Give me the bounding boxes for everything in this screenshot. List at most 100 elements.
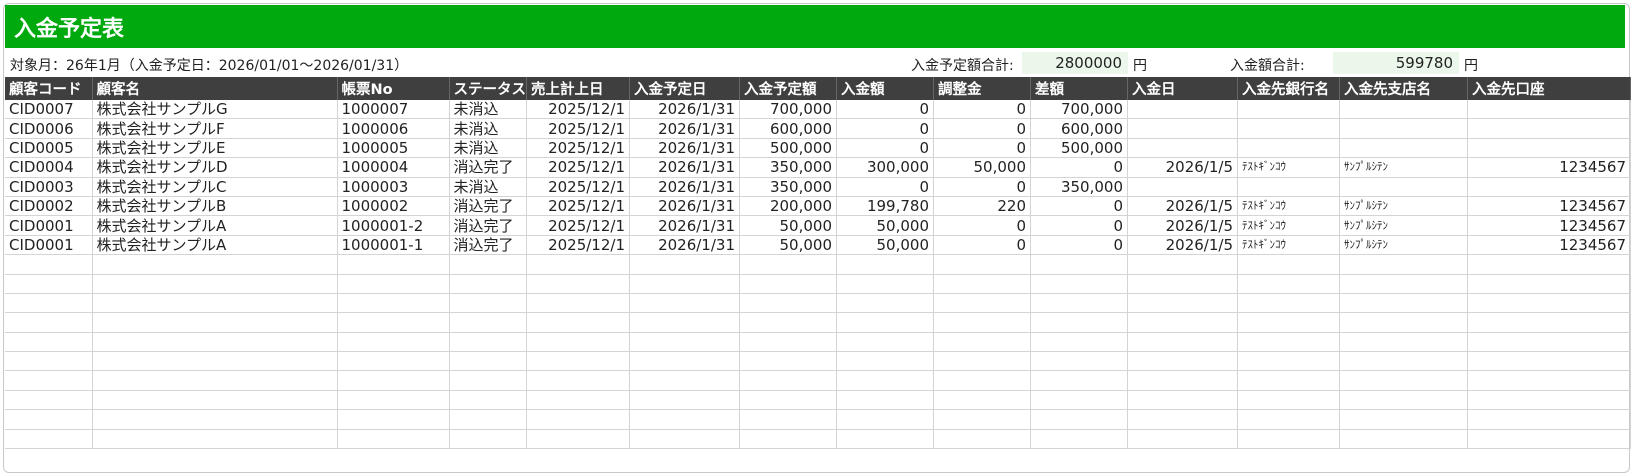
empty-cell[interactable]: [1339, 351, 1468, 372]
empty-cell[interactable]: [1237, 390, 1340, 411]
empty-cell[interactable]: [933, 429, 1031, 450]
empty-cell[interactable]: [629, 274, 740, 294]
table-cell[interactable]: 350,000: [1030, 177, 1128, 197]
empty-cell[interactable]: [92, 390, 338, 411]
table-cell[interactable]: 2026/1/31: [629, 138, 740, 159]
empty-cell[interactable]: [92, 429, 338, 450]
empty-cell[interactable]: [629, 293, 740, 314]
empty-cell[interactable]: [1030, 429, 1128, 450]
table-cell[interactable]: [1467, 138, 1631, 159]
table-cell[interactable]: 2026/1/31: [629, 177, 740, 197]
empty-cell[interactable]: [739, 370, 837, 391]
table-cell[interactable]: 2026/1/31: [629, 215, 740, 236]
table-cell[interactable]: 1000002: [337, 196, 450, 217]
empty-cell[interactable]: [5, 370, 93, 391]
empty-cell[interactable]: [1467, 390, 1631, 411]
table-cell[interactable]: 株式会社サンプルG: [92, 100, 338, 120]
table-cell[interactable]: 0: [933, 215, 1031, 236]
table-cell[interactable]: 未消込: [449, 177, 527, 197]
table-cell[interactable]: 0: [933, 235, 1031, 256]
empty-cell[interactable]: [1030, 390, 1128, 411]
empty-cell[interactable]: [337, 254, 450, 275]
empty-cell[interactable]: [836, 370, 934, 391]
table-cell[interactable]: [1237, 118, 1340, 139]
empty-cell[interactable]: [1030, 351, 1128, 372]
empty-cell[interactable]: [836, 293, 934, 314]
table-cell[interactable]: 0: [933, 138, 1031, 159]
empty-cell[interactable]: [1339, 312, 1468, 333]
empty-cell[interactable]: [526, 351, 630, 372]
empty-cell[interactable]: [1127, 429, 1238, 450]
empty-cell[interactable]: [337, 390, 450, 411]
empty-cell[interactable]: [1467, 254, 1631, 275]
table-cell[interactable]: ﾃｽﾄｷﾞﾝｺｳ: [1237, 235, 1340, 256]
empty-cell[interactable]: [1030, 254, 1128, 275]
table-cell[interactable]: [1467, 177, 1631, 197]
table-cell[interactable]: CID0003: [5, 177, 93, 197]
table-cell[interactable]: 50,000: [933, 157, 1031, 178]
table-cell[interactable]: 2025/12/1: [526, 196, 630, 217]
empty-cell[interactable]: [5, 332, 93, 353]
table-cell[interactable]: 700,000: [739, 100, 837, 120]
table-cell[interactable]: 株式会社サンプルB: [92, 196, 338, 217]
empty-cell[interactable]: [933, 409, 1031, 430]
empty-cell[interactable]: [337, 293, 450, 314]
empty-cell[interactable]: [1237, 429, 1340, 450]
empty-cell[interactable]: [92, 332, 338, 353]
table-cell[interactable]: 未消込: [449, 100, 527, 120]
empty-cell[interactable]: [1237, 312, 1340, 333]
table-cell[interactable]: 株式会社サンプルD: [92, 157, 338, 178]
table-cell[interactable]: 50,000: [739, 215, 837, 236]
empty-cell[interactable]: [92, 370, 338, 391]
table-cell[interactable]: 1234567: [1467, 235, 1631, 256]
table-cell[interactable]: 199,780: [836, 196, 934, 217]
empty-cell[interactable]: [1237, 351, 1340, 372]
empty-cell[interactable]: [5, 254, 93, 275]
empty-cell[interactable]: [739, 390, 837, 411]
table-cell[interactable]: 2026/1/31: [629, 100, 740, 120]
empty-cell[interactable]: [5, 390, 93, 411]
planned-total-value[interactable]: 2800000: [1022, 52, 1128, 74]
empty-cell[interactable]: [1030, 312, 1128, 333]
empty-cell[interactable]: [1237, 409, 1340, 430]
table-cell[interactable]: 500,000: [1030, 138, 1128, 159]
table-cell[interactable]: [1237, 138, 1340, 159]
column-header[interactable]: 入金先支店名: [1339, 77, 1468, 100]
empty-cell[interactable]: [739, 312, 837, 333]
empty-cell[interactable]: [1339, 370, 1468, 391]
table-cell[interactable]: 株式会社サンプルF: [92, 118, 338, 139]
empty-cell[interactable]: [1030, 293, 1128, 314]
table-cell[interactable]: 消込完了: [449, 235, 527, 256]
table-cell[interactable]: 200,000: [739, 196, 837, 217]
table-cell[interactable]: 0: [1030, 235, 1128, 256]
table-cell[interactable]: 株式会社サンプルC: [92, 177, 338, 197]
table-cell[interactable]: 2026/1/31: [629, 196, 740, 217]
table-cell[interactable]: ﾃｽﾄｷﾞﾝｺｳ: [1237, 215, 1340, 236]
empty-cell[interactable]: [337, 409, 450, 430]
table-cell[interactable]: 1000004: [337, 157, 450, 178]
empty-cell[interactable]: [1127, 332, 1238, 353]
empty-cell[interactable]: [1467, 293, 1631, 314]
table-cell[interactable]: [1467, 100, 1631, 120]
table-cell[interactable]: 220: [933, 196, 1031, 217]
table-cell[interactable]: 2025/12/1: [526, 118, 630, 139]
empty-cell[interactable]: [739, 409, 837, 430]
table-cell[interactable]: 0: [1030, 157, 1128, 178]
table-cell[interactable]: 2026/1/5: [1127, 215, 1238, 236]
empty-cell[interactable]: [92, 293, 338, 314]
table-cell[interactable]: 500,000: [739, 138, 837, 159]
table-cell[interactable]: CID0004: [5, 157, 93, 178]
empty-cell[interactable]: [1339, 409, 1468, 430]
empty-cell[interactable]: [1467, 351, 1631, 372]
empty-cell[interactable]: [933, 370, 1031, 391]
table-cell[interactable]: 2026/1/5: [1127, 157, 1238, 178]
empty-cell[interactable]: [1339, 274, 1468, 294]
empty-cell[interactable]: [449, 254, 527, 275]
empty-cell[interactable]: [449, 274, 527, 294]
empty-cell[interactable]: [1237, 293, 1340, 314]
empty-cell[interactable]: [836, 429, 934, 450]
empty-cell[interactable]: [449, 429, 527, 450]
empty-cell[interactable]: [449, 293, 527, 314]
table-cell[interactable]: 2025/12/1: [526, 235, 630, 256]
table-cell[interactable]: 消込完了: [449, 215, 527, 236]
